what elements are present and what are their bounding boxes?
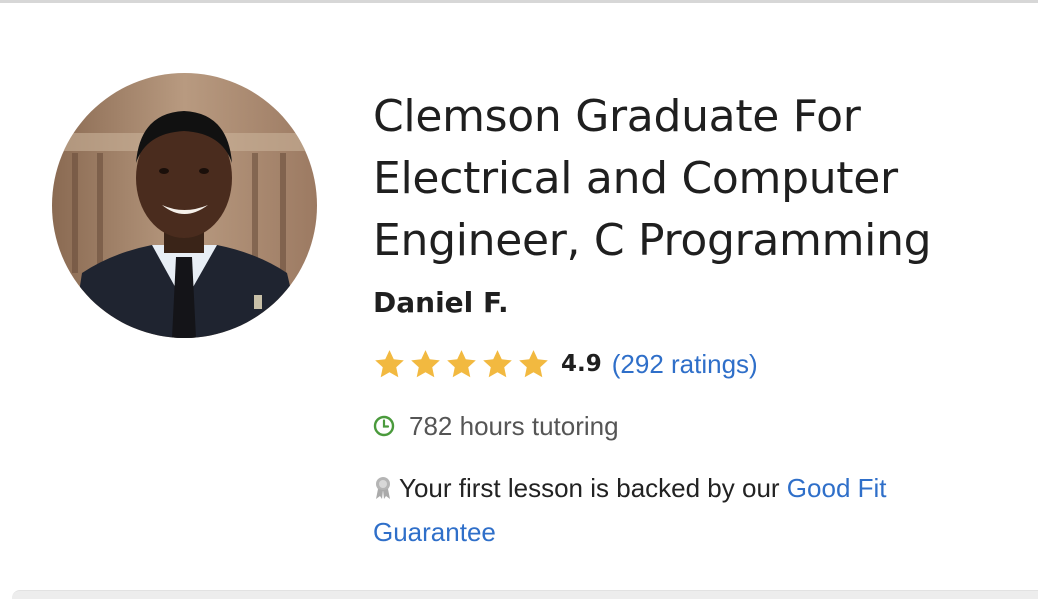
tutor-avatar xyxy=(52,73,317,338)
hours-row: 782 hours tutoring xyxy=(373,406,1013,446)
top-divider xyxy=(0,0,1038,3)
star-rating xyxy=(373,348,550,381)
guarantee-text: Your first lesson is backed by our xyxy=(399,473,787,503)
star-icon xyxy=(411,349,440,377)
hours-tutoring: 782 hours tutoring xyxy=(409,410,619,441)
ratings-count-link[interactable]: (292 ratings) xyxy=(612,349,758,380)
star-icon xyxy=(447,349,476,377)
tutor-info: Clemson Graduate For Electrical and Comp… xyxy=(373,86,1013,554)
clock-icon xyxy=(373,415,395,437)
listing-title: Clemson Graduate For Electrical and Comp… xyxy=(373,91,932,266)
star-icon xyxy=(519,349,548,377)
guarantee-note: Your first lesson is backed by our Good … xyxy=(373,466,1013,554)
rating-value: 4.9 xyxy=(561,351,602,377)
star-icon xyxy=(483,349,512,377)
rating-row: 4.9 (292 ratings) xyxy=(373,344,1013,384)
ribbon-icon xyxy=(376,477,390,499)
tutor-name[interactable]: Daniel F. xyxy=(373,284,1013,322)
star-icon xyxy=(375,349,404,377)
